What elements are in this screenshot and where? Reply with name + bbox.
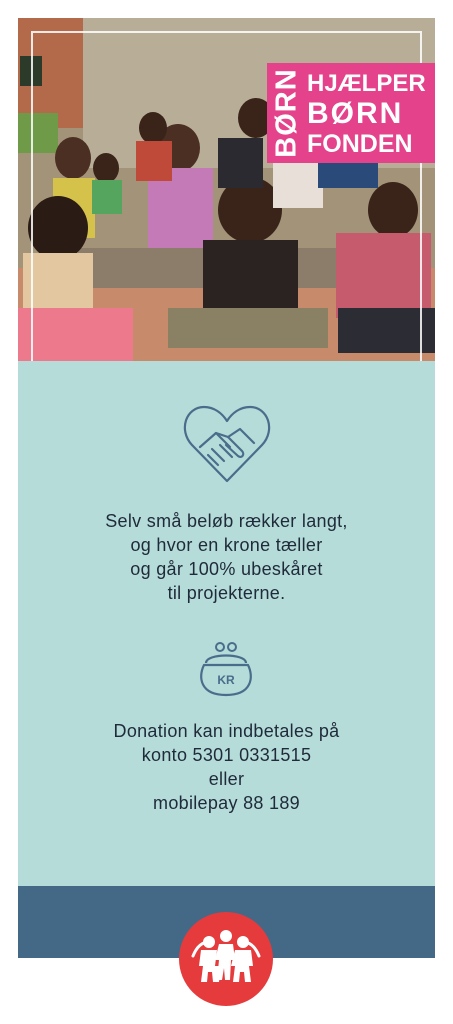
brand-line-1: HJÆLPER [307,70,426,97]
family-logo-figures [191,930,261,982]
coin-purse-icon: KR [200,642,252,697]
donation-text: Donation kan indbetales på konto 5301 03… [18,719,435,815]
message-line: Selv små beløb rækker langt, [105,511,348,531]
heart-handshake-icon [183,405,271,483]
brand-vertical-text: BØRN [270,68,303,158]
brand-line-2: BØRN [307,97,404,130]
message-line: og hvor en krone tæller [130,535,323,555]
donation-line: eller [208,769,245,789]
brand-vertical-word: BØRN [270,68,303,158]
message-line: til projekterne. [167,583,286,603]
donation-line: konto 5301 0331515 [141,745,312,765]
donation-line: Donation kan indbetales på [113,721,340,741]
donation-line: mobilepay 88 189 [153,793,300,813]
brand-logo-block: BØRN HJÆLPER BØRN FONDEN [267,63,435,163]
family-logo-icon [179,912,273,1006]
purse-label: KR [217,673,235,687]
message-text: Selv små beløb rækker langt, og hvor en … [18,509,435,605]
flyer-banner: BØRN HJÆLPER BØRN FONDEN Selv små beløb … [18,18,435,958]
brand-lines: HJÆLPER BØRN FONDEN [307,69,426,159]
brand-line-3: FONDEN [307,130,413,158]
message-line: og går 100% ubeskåret [130,559,323,579]
